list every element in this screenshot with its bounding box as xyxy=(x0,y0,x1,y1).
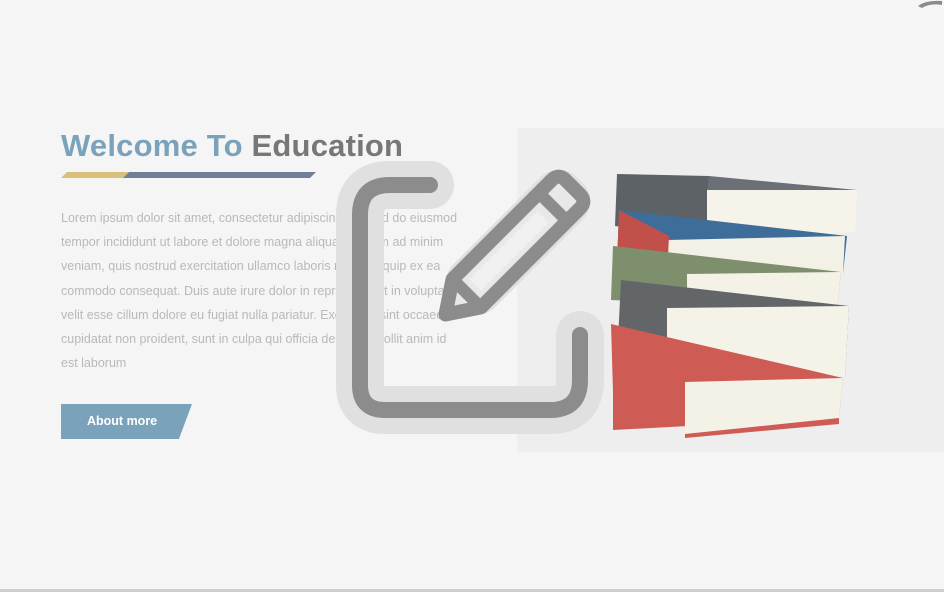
about-more-label: About more xyxy=(87,414,158,428)
edit-pencil-icon[interactable] xyxy=(330,155,615,440)
title-underline-decoration xyxy=(61,172,316,178)
about-more-button[interactable]: About more xyxy=(61,404,192,439)
title-highlight: Welcome To xyxy=(61,128,243,163)
corner-decoration-icon xyxy=(918,0,942,8)
page: Welcome To Education Lorem ipsum dolor s… xyxy=(0,0,944,592)
